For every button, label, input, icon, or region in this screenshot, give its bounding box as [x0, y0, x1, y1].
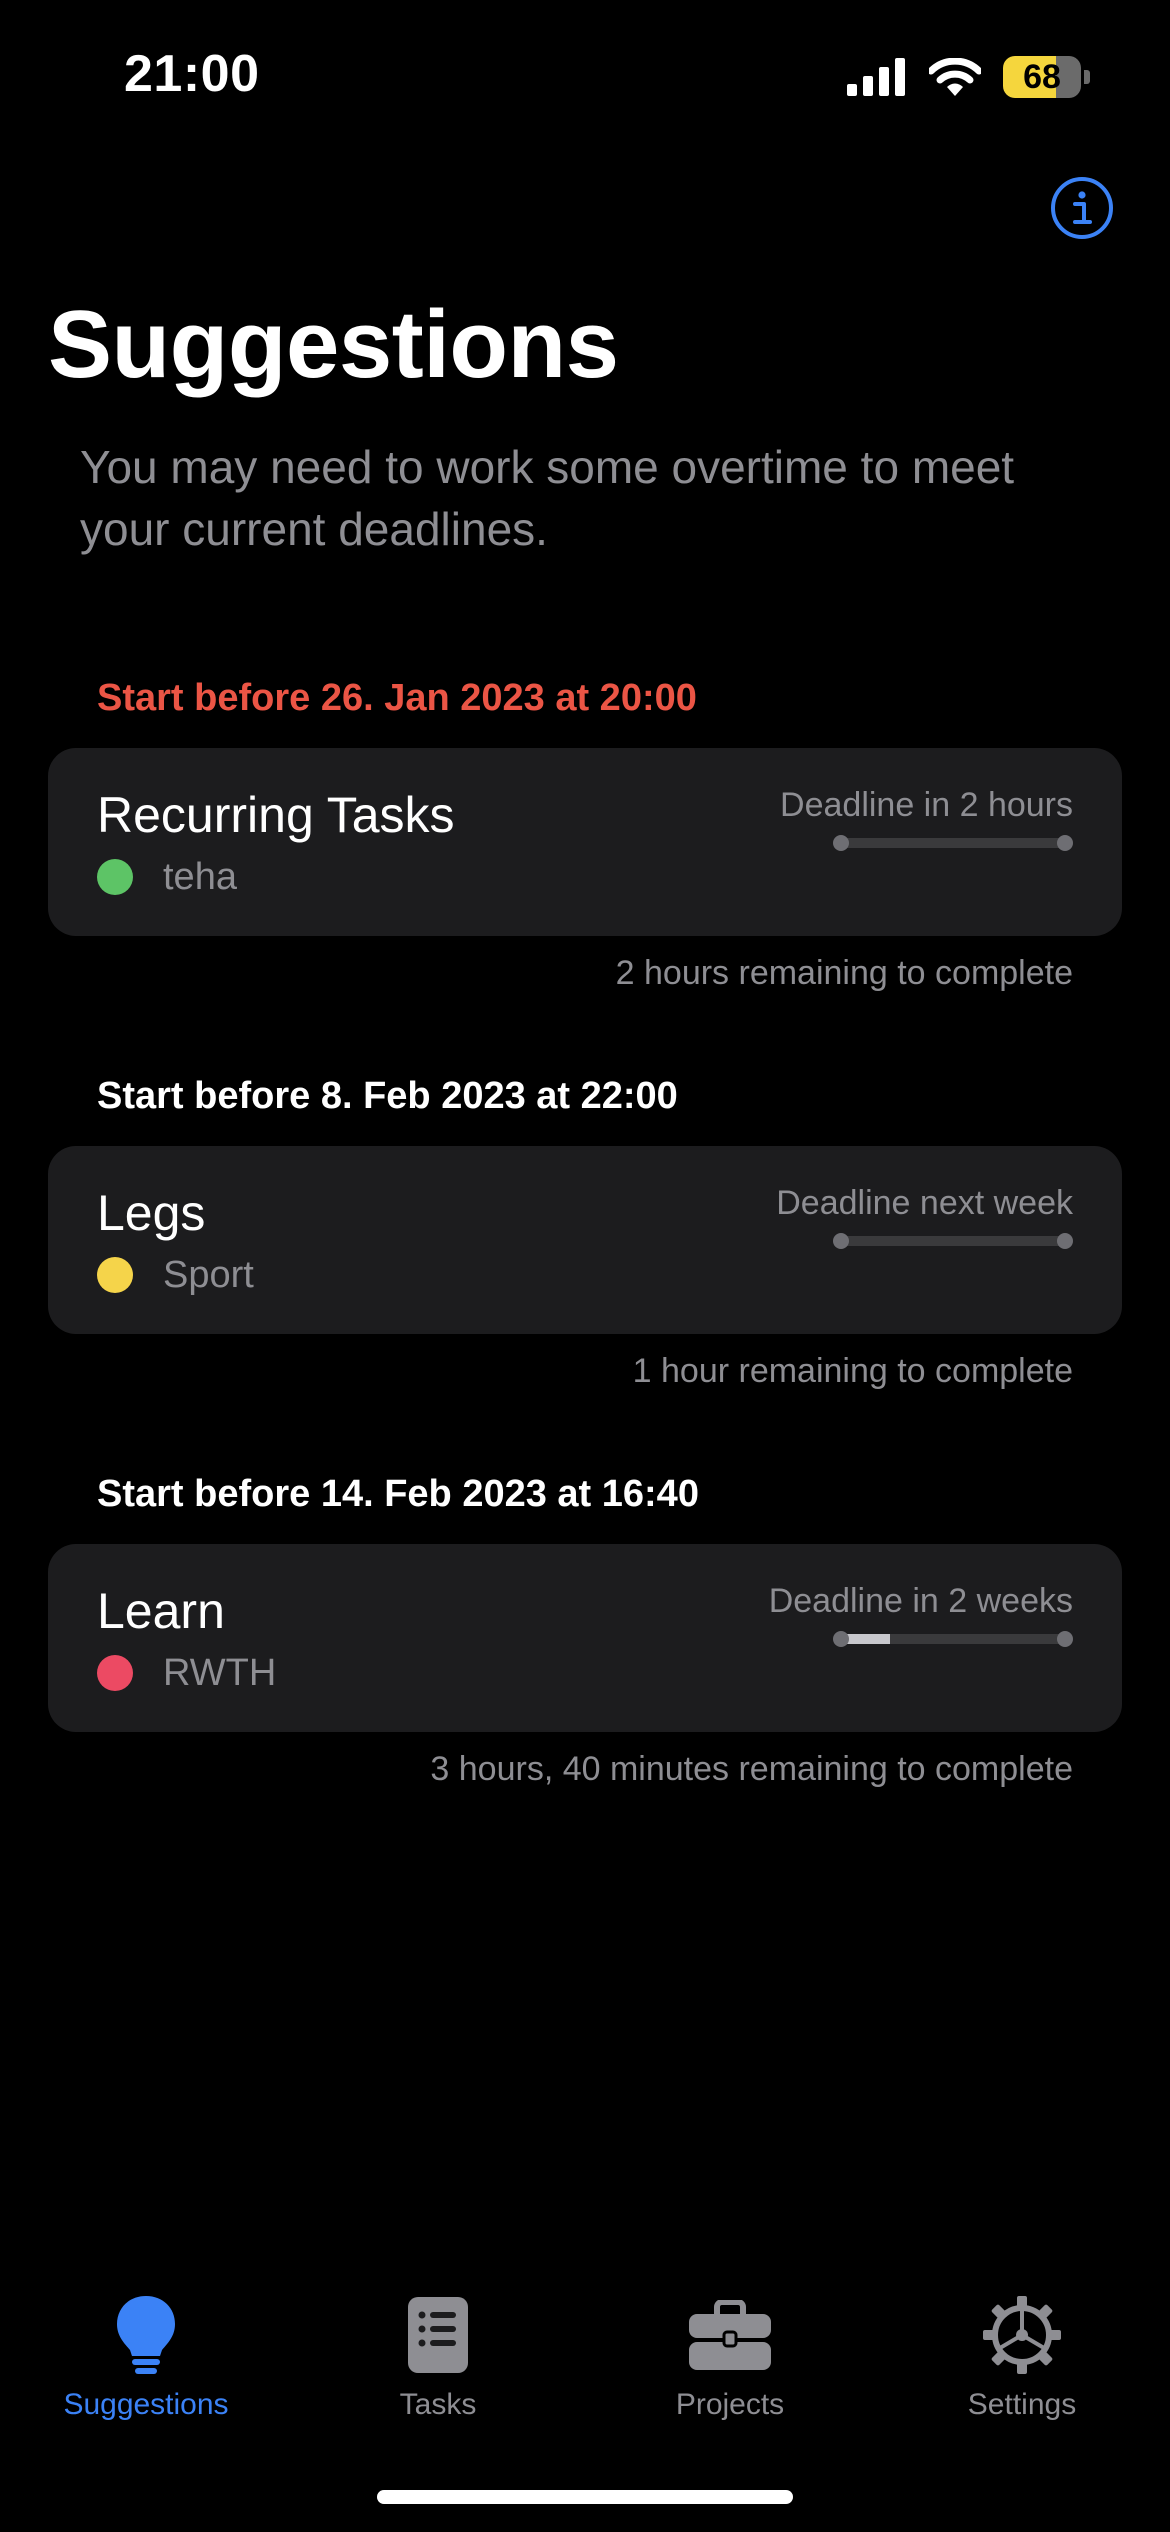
tab-tasks[interactable]: Tasks	[292, 2290, 584, 2422]
deadline-label: Deadline in 2 weeks	[768, 1582, 1073, 1620]
project-name: Sport	[163, 1253, 254, 1296]
project-name: RWTH	[163, 1651, 277, 1694]
start-before-label: Start before 26. Jan 2023 at 20:00	[97, 677, 697, 719]
gear-icon	[977, 2290, 1067, 2380]
tab-label: Settings	[967, 2388, 1077, 2421]
project-name: teha	[163, 855, 237, 898]
start-before-label: Start before 8. Feb 2023 at 22:00	[97, 1075, 678, 1117]
progress-end-dot	[1057, 1233, 1073, 1249]
project-row: Sport	[97, 1252, 254, 1298]
suggestion-section: Start before 8. Feb 2023 at 22:00 Legs S…	[48, 1070, 1122, 1391]
tab-settings[interactable]: Settings	[876, 2290, 1168, 2422]
overtime-notice: You may need to work some overtime to me…	[80, 441, 1015, 555]
tab-label: Tasks	[399, 2388, 477, 2421]
progress-fill	[841, 838, 1058, 848]
project-color-dot	[97, 1655, 133, 1691]
deadline-label: Deadline next week	[776, 1184, 1073, 1222]
task-card[interactable]: Learn RWTH Deadline in 2 weeks	[48, 1544, 1122, 1732]
cellular-signal-icon	[847, 58, 905, 96]
task-card[interactable]: Legs Sport Deadline next week	[48, 1146, 1122, 1334]
remaining-time: 3 hours, 40 minutes remaining to complet…	[430, 1750, 1073, 1788]
tab-projects[interactable]: Projects	[584, 2290, 876, 2422]
info-icon[interactable]	[1050, 176, 1114, 240]
deadline-label: Deadline in 2 hours	[780, 786, 1073, 824]
deadline-progress-bar	[833, 1630, 1073, 1647]
status-indicators: 68	[847, 54, 1090, 100]
deadline-progress-bar	[833, 834, 1073, 851]
task-title: Legs	[97, 1185, 206, 1241]
tab-bar: Suggestions Tasks Projects Settings	[0, 2290, 1170, 2450]
progress-fill	[841, 1236, 1058, 1246]
status-time: 21:00	[124, 45, 260, 103]
progress-start-dot	[833, 835, 849, 851]
wifi-icon	[929, 58, 981, 96]
battery-level: 68	[1003, 56, 1081, 98]
project-color-dot	[97, 859, 133, 895]
remaining-time: 1 hour remaining to complete	[632, 1352, 1073, 1390]
project-color-dot	[97, 1257, 133, 1293]
lightbulb-icon	[101, 2290, 191, 2380]
battery-cap	[1084, 70, 1090, 84]
progress-end-dot	[1057, 835, 1073, 851]
tab-label: Suggestions	[63, 2388, 229, 2421]
home-indicator	[377, 2490, 793, 2504]
task-card[interactable]: Recurring Tasks teha Deadline in 2 hours	[48, 748, 1122, 936]
briefcase-icon	[685, 2290, 775, 2380]
project-row: RWTH	[97, 1650, 276, 1696]
progress-start-dot	[833, 1631, 849, 1647]
deadline-progress-bar	[833, 1232, 1073, 1249]
project-row: teha	[97, 854, 237, 900]
tab-label: Projects	[675, 2388, 785, 2421]
page-title: Suggestions	[48, 291, 619, 398]
task-title: Recurring Tasks	[97, 787, 455, 843]
tab-suggestions[interactable]: Suggestions	[0, 2290, 292, 2422]
remaining-time: 2 hours remaining to complete	[615, 954, 1073, 992]
start-before-label: Start before 14. Feb 2023 at 16:40	[97, 1473, 699, 1515]
progress-end-dot	[1057, 1631, 1073, 1647]
battery-indicator: 68	[1003, 56, 1090, 98]
list-icon	[393, 2290, 483, 2380]
progress-start-dot	[833, 1233, 849, 1249]
suggestion-section: Start before 26. Jan 2023 at 20:00 Recur…	[48, 672, 1122, 993]
suggestion-section: Start before 14. Feb 2023 at 16:40 Learn…	[48, 1468, 1122, 1789]
task-title: Learn	[97, 1583, 225, 1639]
